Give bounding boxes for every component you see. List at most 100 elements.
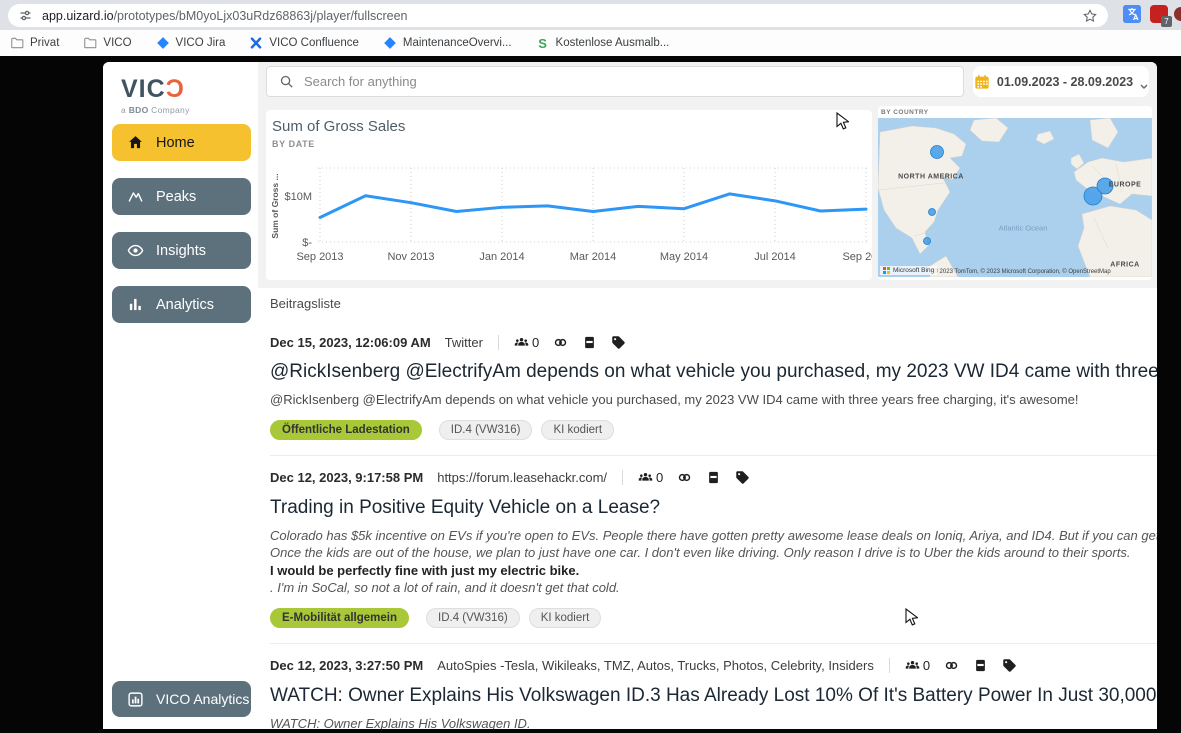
engagement-indicator[interactable]: 0 bbox=[905, 658, 930, 673]
post-source[interactable]: https://forum.leasehackr.com/ bbox=[437, 470, 607, 485]
tag-pill[interactable]: ID.4 (VW316) bbox=[439, 420, 533, 440]
sidebar-nav: Home Peaks Insights Analytics bbox=[112, 124, 251, 340]
book-icon[interactable] bbox=[973, 658, 988, 673]
post-meta: Dec 12, 2023, 9:17:58 PM https://forum.le… bbox=[270, 469, 1157, 487]
book-icon[interactable] bbox=[582, 335, 597, 350]
map-card: BY COUNTRY bbox=[878, 106, 1152, 280]
world-map[interactable]: NORTH AMERICA EUROPE AFRICA Atlantic Oce… bbox=[878, 118, 1152, 277]
bookmark-item[interactable]: Privat bbox=[10, 36, 59, 50]
sidebar: VICƆ a BDO Company Home Peaks Insights Anal… bbox=[103, 62, 258, 729]
post-source[interactable]: AutoSpies -Tesla, Wikileaks, TMZ, Autos,… bbox=[437, 658, 874, 673]
bookmark-label: Privat bbox=[30, 37, 59, 49]
folder-icon bbox=[83, 36, 97, 50]
map-label: BY COUNTRY bbox=[878, 106, 1152, 118]
engagement-count: 0 bbox=[532, 335, 539, 350]
bookmark-label: VICO Jira bbox=[176, 37, 226, 49]
line-chart[interactable]: Sep 2013Nov 2013Jan 2014Mar 2014May 2014… bbox=[266, 162, 872, 278]
post-date: Dec 12, 2023, 3:27:50 PM bbox=[270, 658, 423, 673]
peaks-icon bbox=[127, 188, 144, 205]
sidebar-item-home[interactable]: Home bbox=[112, 124, 251, 161]
post-meta: Dec 12, 2023, 3:27:50 PM AutoSpies -Tesla… bbox=[270, 657, 1157, 675]
search-bar[interactable] bbox=[266, 66, 964, 97]
users-icon bbox=[638, 470, 653, 485]
analytics-box-icon bbox=[127, 691, 144, 708]
svg-text:Jan 2014: Jan 2014 bbox=[479, 251, 524, 263]
sidebar-item-vico-analytics[interactable]: VICO Analytics bbox=[112, 681, 251, 717]
jira-diamond-icon bbox=[156, 36, 170, 50]
app-panel: VICƆ a BDO Company Home Peaks Insights Anal… bbox=[103, 62, 1157, 729]
main-content: 01.09.2023 - 28.09.2023 Sum of Gross Sal… bbox=[258, 62, 1157, 729]
engagement-indicator[interactable]: 0 bbox=[514, 335, 539, 350]
site-settings-icon[interactable] bbox=[18, 8, 33, 23]
post-source[interactable]: Twitter bbox=[445, 335, 483, 350]
post-title[interactable]: Trading in Positive Equity Vehicle on a … bbox=[270, 495, 1157, 521]
post-title[interactable]: @RickIsenberg @ElectrifyAm depends on wh… bbox=[270, 359, 1157, 385]
svg-text:$-: $- bbox=[302, 237, 312, 249]
link-icon[interactable] bbox=[553, 335, 568, 350]
folder-icon bbox=[10, 36, 24, 50]
sales-chart-card: Sum of Gross Sales BY DATE Sep 2013Nov 2… bbox=[266, 110, 872, 280]
engagement-indicator[interactable]: 0 bbox=[638, 470, 663, 485]
tag-pill[interactable]: ID.4 (VW316) bbox=[426, 608, 520, 628]
tag-icon[interactable] bbox=[735, 470, 750, 485]
bookmarks-bar: Privat VICO VICO Jira VICO Confluence Mainte… bbox=[0, 30, 1181, 56]
engagement-count: 0 bbox=[923, 658, 930, 673]
post-meta-icons: 0 bbox=[638, 470, 750, 485]
sidebar-item-insights[interactable]: Insights bbox=[112, 232, 251, 269]
map-bubble-us[interactable] bbox=[929, 209, 936, 216]
svg-text:May 2014: May 2014 bbox=[660, 251, 708, 263]
bookmark-star-icon[interactable] bbox=[1082, 8, 1098, 24]
post-title[interactable]: WATCH: Owner Explains His Volkswagen ID.… bbox=[270, 683, 1157, 709]
bookmark-label: Kostenlose Ausmalb... bbox=[556, 37, 670, 49]
tag-icon[interactable] bbox=[611, 335, 626, 350]
post-date: Dec 12, 2023, 9:17:58 PM bbox=[270, 470, 423, 485]
s-letter-icon: S bbox=[536, 36, 550, 51]
search-input[interactable] bbox=[304, 74, 951, 89]
search-icon bbox=[279, 74, 294, 89]
post-tags: Öffentliche Ladestation ID.4 (VW316) KI ko… bbox=[270, 420, 1157, 440]
tag-pill[interactable]: KI kodiert bbox=[529, 608, 602, 628]
bookmark-item[interactable]: S Kostenlose Ausmalb... bbox=[536, 36, 670, 51]
bing-logo: Microsoft Bing bbox=[880, 266, 937, 275]
eye-icon bbox=[127, 242, 144, 259]
bar-chart-icon bbox=[127, 296, 144, 313]
users-icon bbox=[514, 335, 529, 350]
extension-icon[interactable]: 7 bbox=[1150, 5, 1168, 23]
translate-extension-icon[interactable] bbox=[1123, 5, 1141, 23]
svg-text:Sep 2014: Sep 2014 bbox=[842, 251, 872, 263]
bookmark-item[interactable]: VICO Confluence bbox=[249, 36, 359, 50]
vico-logo: VICƆ a BDO Company bbox=[121, 75, 190, 115]
bookmark-item[interactable]: VICO Jira bbox=[156, 36, 226, 50]
url-bar[interactable]: app.uizard.io/prototypes/bM0yoLjx03uRdz6… bbox=[8, 4, 1108, 27]
post-body: Colorado has $5k incentive on EVs if you… bbox=[270, 527, 1157, 597]
tag-pill[interactable]: E-Mobilität allgemein bbox=[270, 608, 409, 628]
users-icon bbox=[905, 658, 920, 673]
tag-icon[interactable] bbox=[1002, 658, 1017, 673]
bookmark-item[interactable]: VICO bbox=[83, 36, 131, 50]
tag-pill[interactable]: Öffentliche Ladestation bbox=[270, 420, 422, 440]
sidebar-item-peaks[interactable]: Peaks bbox=[112, 178, 251, 215]
post-body-line: WATCH: Owner Explains His Volkswagen ID. bbox=[270, 715, 1157, 730]
svg-text:Mar 2014: Mar 2014 bbox=[570, 251, 616, 263]
bookmark-item[interactable]: MaintenanceOvervi... bbox=[383, 36, 512, 50]
book-icon[interactable] bbox=[706, 470, 721, 485]
sidebar-item-analytics[interactable]: Analytics bbox=[112, 286, 251, 323]
meta-divider bbox=[889, 658, 890, 673]
link-icon[interactable] bbox=[944, 658, 959, 673]
link-icon[interactable] bbox=[677, 470, 692, 485]
meta-divider bbox=[498, 335, 499, 350]
map-canvas[interactable] bbox=[878, 118, 1152, 277]
url-text[interactable]: app.uizard.io/prototypes/bM0yoLjx03uRdz6… bbox=[42, 9, 1082, 23]
post-body: @RickIsenberg @ElectrifyAm depends on wh… bbox=[270, 391, 1157, 409]
map-bubble-mexico[interactable] bbox=[924, 238, 931, 245]
date-range-picker[interactable]: 01.09.2023 - 28.09.2023 bbox=[973, 66, 1149, 97]
sidebar-item-label: Analytics bbox=[156, 297, 214, 313]
svg-text:Nov 2013: Nov 2013 bbox=[387, 251, 434, 263]
post-body-line: Once the kids are out of the house, we p… bbox=[270, 544, 1157, 562]
tag-pill[interactable]: KI kodiert bbox=[541, 420, 614, 440]
map-bubble-canada[interactable] bbox=[931, 146, 944, 159]
map-region-label: NORTH AMERICA bbox=[898, 174, 964, 181]
posts-list: Dec 15, 2023, 12:06:09 AMTwitter0@RickIs… bbox=[270, 333, 1157, 729]
post-meta-icons: 0 bbox=[905, 658, 1017, 673]
extension-badge: 7 bbox=[1161, 16, 1172, 27]
